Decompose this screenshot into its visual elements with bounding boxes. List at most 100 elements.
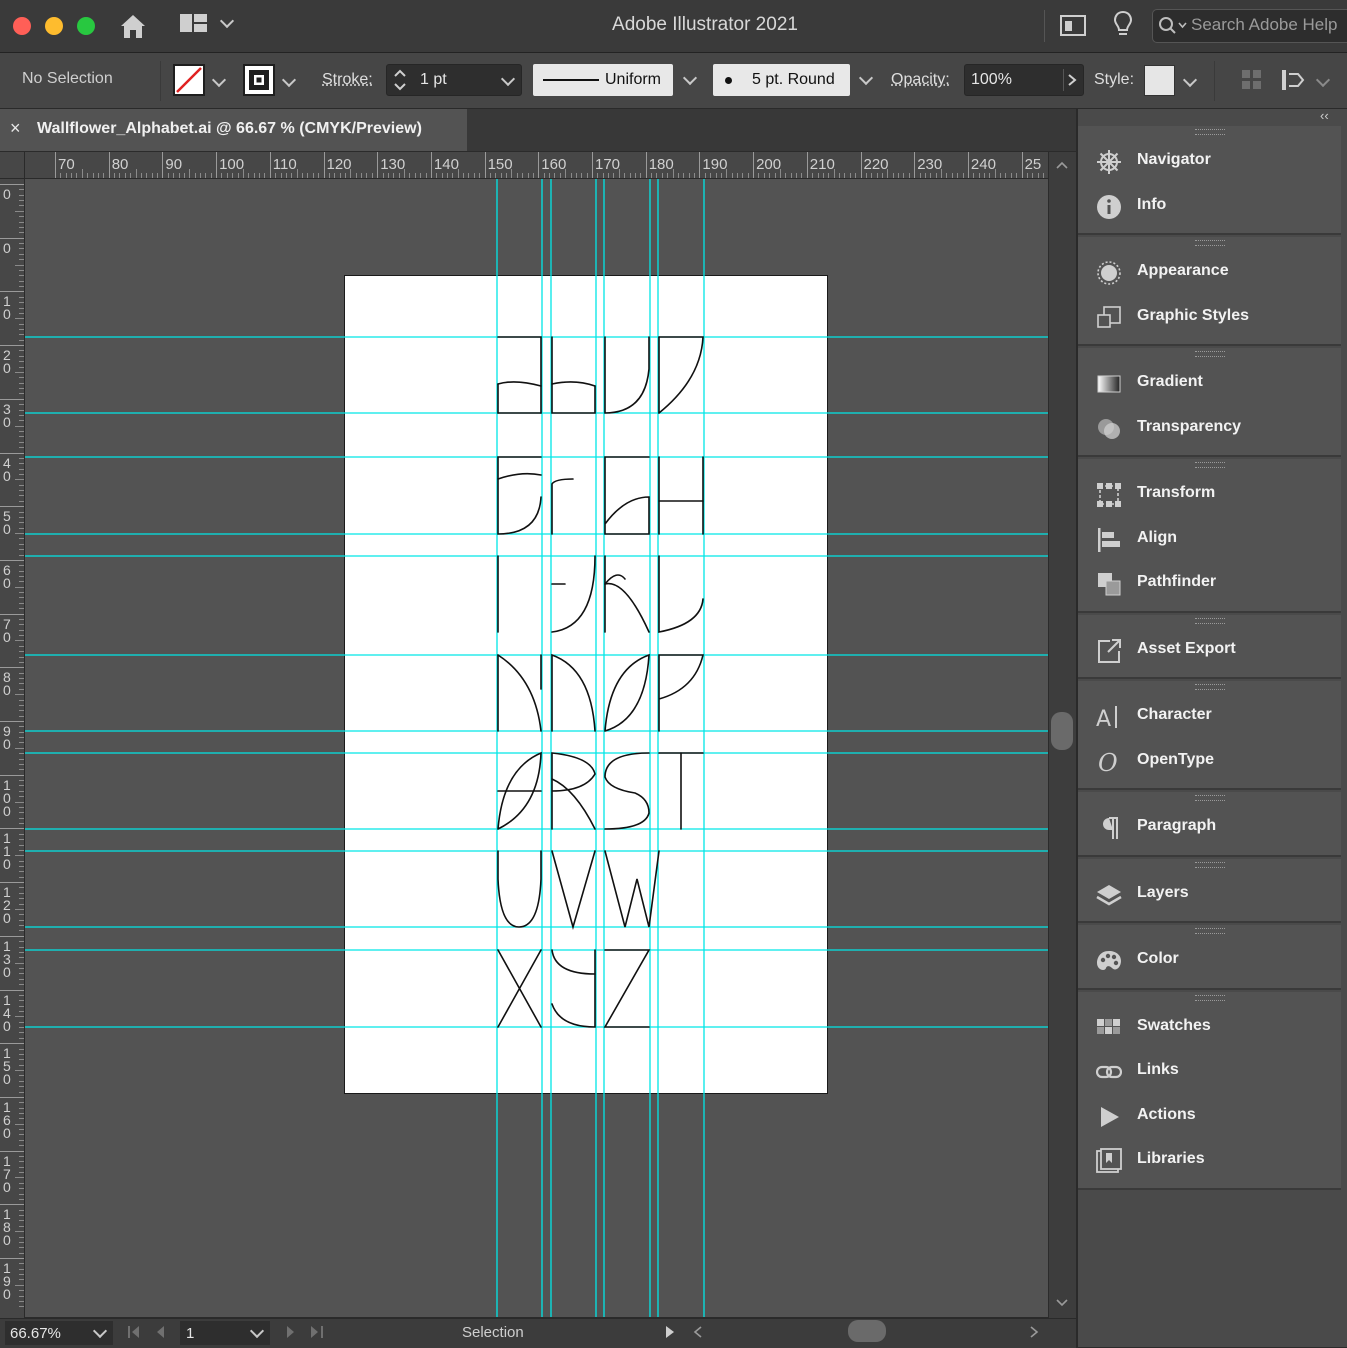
zoom-field[interactable]: 66.67% — [5, 1321, 113, 1345]
panel-links[interactable]: Links — [1078, 1052, 1341, 1092]
variable-width-profile[interactable]: Uniform — [533, 64, 703, 96]
glyph-r[interactable] — [551, 752, 596, 830]
glyph-y[interactable] — [551, 949, 596, 1028]
panel-transform[interactable]: Transform — [1078, 475, 1341, 515]
workspace-dropdown-icon[interactable] — [219, 13, 235, 29]
panel-paragraph[interactable]: Paragraph — [1078, 808, 1341, 848]
status-menu-arrow-icon[interactable] — [664, 1325, 676, 1339]
panel-opentype[interactable]: O OpenType — [1078, 742, 1341, 782]
panel-color[interactable]: Color — [1078, 941, 1341, 981]
close-tab-icon[interactable]: × — [10, 118, 21, 139]
workspace-layout-icon[interactable] — [179, 13, 209, 35]
panel-group-grip[interactable] — [1195, 462, 1225, 468]
ruler-origin[interactable] — [0, 152, 25, 179]
glyph-e[interactable] — [497, 456, 542, 535]
opacity-field[interactable]: 100% — [964, 64, 1084, 96]
panel-actions[interactable]: Actions — [1078, 1097, 1341, 1137]
glyph-o[interactable] — [604, 653, 650, 732]
panel-group-grip[interactable] — [1195, 994, 1225, 1001]
lightbulb-icon[interactable] — [1112, 10, 1134, 40]
vertical-scroll-thumb[interactable] — [1051, 712, 1073, 750]
glyph-k[interactable] — [604, 555, 650, 633]
panel-asset-export[interactable]: Asset Export — [1078, 631, 1341, 671]
artboard-navigation-field[interactable]: 1 — [180, 1321, 270, 1345]
panel-group-grip[interactable] — [1195, 928, 1225, 934]
align-options-icon[interactable] — [1280, 68, 1306, 92]
scroll-up-icon[interactable] — [1055, 160, 1069, 170]
panel-align[interactable]: Align — [1078, 520, 1341, 560]
glyph-m[interactable] — [497, 654, 542, 732]
panel-pathfinder[interactable]: Pathfinder — [1078, 564, 1341, 604]
minimize-window-button[interactable] — [45, 17, 63, 35]
glyph-f[interactable] — [551, 478, 574, 535]
brush-definition[interactable]: 5 pt. Round — [713, 64, 881, 96]
panel-group-grip[interactable] — [1195, 795, 1225, 801]
panel-info[interactable]: Info — [1078, 187, 1341, 227]
stroke-label[interactable]: Stroke: — [322, 71, 373, 89]
panel-gradient[interactable]: Gradient — [1078, 364, 1341, 404]
horizontal-scroll-thumb[interactable] — [848, 1320, 886, 1342]
glyph-d[interactable] — [658, 336, 704, 414]
glyph-z[interactable] — [603, 949, 651, 1028]
panel-graphic-styles[interactable]: Graphic Styles — [1078, 298, 1341, 338]
more-options-icon[interactable] — [1315, 72, 1331, 88]
canvas[interactable] — [25, 179, 1048, 1317]
artboard-dropdown-icon[interactable] — [249, 1323, 265, 1339]
panel-group-grip[interactable] — [1195, 617, 1225, 624]
collapse-panels-icon[interactable]: ‹‹ — [1320, 108, 1329, 123]
glyph-x[interactable] — [497, 949, 542, 1028]
panel-libraries[interactable]: Libraries — [1078, 1141, 1341, 1181]
search-field[interactable]: Search Adobe Help — [1152, 9, 1347, 43]
home-icon[interactable] — [118, 12, 148, 40]
scroll-right-icon[interactable] — [1028, 1325, 1040, 1339]
opacity-label[interactable]: Opacity: — [891, 71, 950, 89]
fill-dropdown-icon[interactable] — [211, 72, 227, 88]
panel-character[interactable]: A Character — [1078, 697, 1341, 737]
graphic-style-swatch[interactable] — [1144, 65, 1175, 96]
glyph-n[interactable] — [551, 653, 596, 732]
style-dropdown-icon[interactable] — [1182, 72, 1198, 88]
glyph-a[interactable] — [497, 336, 542, 414]
scroll-down-icon[interactable] — [1055, 1298, 1069, 1308]
panel-appearance[interactable]: Appearance — [1078, 253, 1341, 293]
fill-none-swatch[interactable] — [173, 64, 205, 96]
panel-group-grip[interactable] — [1195, 240, 1225, 246]
stroke-weight-dropdown-icon[interactable] — [500, 71, 516, 87]
close-window-button[interactable] — [13, 17, 31, 35]
lettering-artwork[interactable] — [25, 179, 1048, 1317]
stepper-icon[interactable] — [393, 67, 407, 93]
glyph-q[interactable] — [497, 751, 542, 830]
horizontal-ruler[interactable]: 70 80 90 100 110 120 130 140 150 160 170 180 190 200 2… — [0, 152, 1048, 179]
stroke-dropdown-icon[interactable] — [281, 72, 297, 88]
zoom-dropdown-icon[interactable] — [92, 1323, 108, 1339]
glyph-c[interactable] — [604, 336, 650, 414]
recolor-grid-icon[interactable] — [1240, 68, 1264, 92]
glyph-l[interactable] — [658, 555, 704, 633]
zoom-window-button[interactable] — [77, 17, 95, 35]
panel-group-grip[interactable] — [1195, 351, 1225, 357]
glyph-h[interactable] — [658, 456, 704, 535]
panel-layers[interactable]: Layers — [1078, 875, 1341, 915]
arrange-documents-icon[interactable] — [1060, 14, 1088, 38]
brush-dropdown-icon[interactable] — [858, 70, 874, 86]
next-last-artboard-icons[interactable] — [284, 1325, 328, 1339]
document-tab-title[interactable]: Wallflower_Alphabet.ai @ 66.67 % (CMYK/P… — [37, 120, 422, 138]
glyph-u[interactable] — [497, 850, 542, 928]
scroll-left-icon[interactable] — [692, 1325, 704, 1339]
stroke-swatch[interactable] — [243, 64, 275, 96]
glyph-j[interactable] — [551, 555, 596, 633]
glyph-b[interactable] — [551, 336, 596, 414]
first-previous-artboard-icons[interactable] — [126, 1325, 170, 1339]
panel-swatches[interactable]: Swatches — [1078, 1008, 1341, 1048]
glyph-w[interactable] — [604, 850, 660, 928]
panel-navigator[interactable]: Navigator — [1078, 142, 1341, 182]
glyph-v[interactable] — [551, 850, 596, 930]
panel-group-grip[interactable] — [1195, 129, 1225, 135]
vertical-ruler[interactable]: 0 0 10 20 30 40 50 60 70 80 90 100 110 120 130 140 150 16… — [0, 178, 25, 1318]
profile-dropdown-icon[interactable] — [682, 70, 698, 86]
opacity-slider-arrow-icon[interactable] — [1067, 73, 1077, 87]
panel-group-grip[interactable] — [1195, 861, 1225, 868]
glyph-g[interactable] — [604, 456, 650, 535]
glyph-p[interactable] — [658, 654, 705, 732]
stroke-weight-field[interactable]: 1 pt — [386, 64, 522, 96]
